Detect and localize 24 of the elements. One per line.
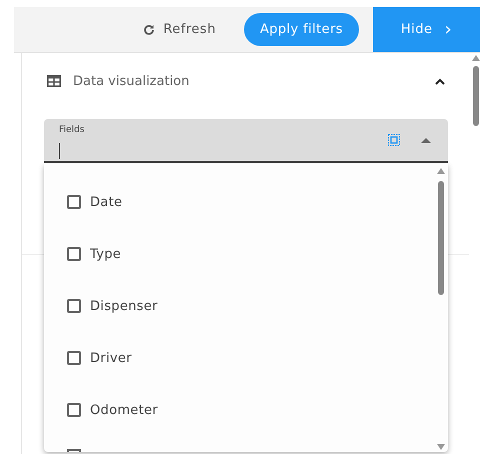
field-option[interactable]: Odometer: [44, 384, 404, 436]
checkbox[interactable]: [67, 351, 81, 365]
section-title: Data visualization: [73, 74, 190, 88]
list-scrollbar[interactable]: [437, 168, 445, 450]
checkbox[interactable]: [67, 195, 81, 209]
option-label: Dispenser: [90, 298, 158, 314]
refresh-button[interactable]: Refresh: [137, 21, 222, 38]
field-option[interactable]: Type: [44, 228, 404, 280]
checkbox[interactable]: [67, 299, 81, 313]
option-label: Type: [90, 246, 122, 262]
dropdown-arrow-icon[interactable]: [421, 138, 431, 143]
table-icon: [47, 75, 61, 87]
collapse-chevron-icon[interactable]: [435, 78, 445, 84]
checkbox[interactable]: [67, 247, 81, 261]
field-option[interactable]: Dispenser: [44, 280, 404, 332]
refresh-icon: [143, 24, 156, 36]
option-label: Driver: [90, 350, 132, 366]
field-option[interactable]: Date: [44, 176, 404, 228]
option-label: Date: [90, 194, 122, 210]
field-option[interactable]: Driver: [44, 332, 404, 384]
field-label: Fields: [59, 125, 84, 135]
option-label: Odometer: [90, 402, 158, 418]
fields-select[interactable]: Fields: [44, 119, 448, 163]
checkbox[interactable]: [67, 403, 81, 417]
